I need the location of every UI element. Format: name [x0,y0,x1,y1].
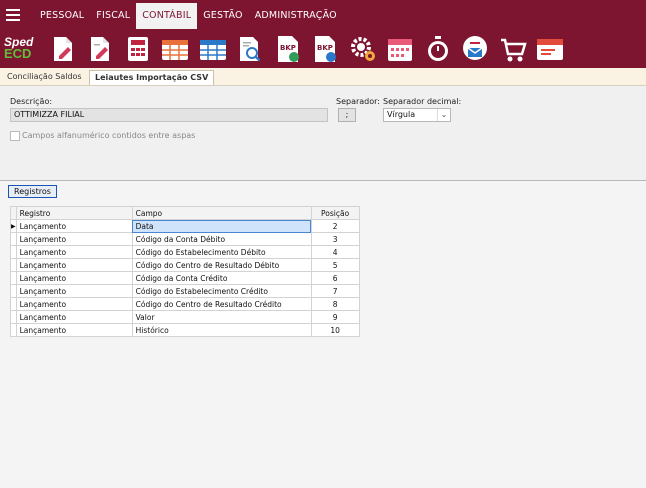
menu-item-gestao[interactable]: GESTÃO [197,3,248,29]
document-edit-icon[interactable] [44,32,82,66]
cell-posicao[interactable]: 7 [310,284,360,298]
stopwatch-icon[interactable] [419,32,457,66]
registros-tab[interactable]: Registros [8,185,57,198]
descricao-label: Descrição: [10,97,53,106]
separador-decimal-value: Vírgula [387,110,416,119]
logo-line-2: ECD [4,46,32,61]
cell-campo[interactable]: Código da Conta Crédito [131,271,312,285]
tab-leiautes-importacao-csv[interactable]: Leiautes Importação CSV [89,70,215,85]
separador-label: Separador: [336,97,380,106]
cell-posicao[interactable]: 3 [310,232,360,246]
table-blue-icon[interactable] [194,32,232,66]
hamburger-menu-icon[interactable] [6,9,20,21]
document-edit-icon[interactable] [82,32,120,66]
cell-campo[interactable]: Valor [131,310,312,324]
bkp-text: BKP [280,44,296,52]
tab-bar: Conciliação Saldos Leiautes Importação C… [0,68,646,86]
bkp-restore-icon[interactable]: BKP [307,32,345,66]
column-header-campo[interactable]: Campo [131,206,312,220]
toolbar: BKP BKP [44,32,569,66]
mail-inbox-icon[interactable] [457,32,495,66]
cell-posicao[interactable]: 9 [310,310,360,324]
cell-campo[interactable]: Data [131,219,312,233]
campos-entre-aspas-label: Campos alfanumérico contidos entre aspas [22,131,196,140]
cell-registro[interactable]: Lançamento [15,310,133,324]
menu-item-pessoal[interactable]: PESSOAL [34,3,90,29]
separador-decimal-label: Separador decimal: [383,97,462,106]
cell-campo[interactable]: Código da Conta Débito [131,232,312,246]
cell-campo[interactable]: Código do Centro de Resultado Débito [131,258,312,272]
cell-campo[interactable]: Código do Centro de Resultado Crédito [131,297,312,311]
main-menu: PESSOAL FISCAL CONTÁBIL GESTÃO ADMINISTR… [34,3,343,29]
table-row[interactable]: Lançamento Código da Conta Crédito 6 [10,271,360,285]
table-row[interactable]: Lançamento Código do Centro de Resultado… [10,297,360,311]
cell-campo[interactable]: Código do Estabelecimento Débito [131,245,312,259]
layout-form: Descrição: OTTIMIZZA FILIAL Separador: ;… [0,86,646,181]
table-row[interactable]: Lançamento Histórico 10 [10,323,360,337]
table-row[interactable]: Lançamento Código da Conta Débito 3 [10,232,360,246]
bkp-text: BKP [317,44,333,52]
message-card-icon[interactable] [532,32,570,66]
cell-registro[interactable]: Lançamento [15,245,133,259]
cell-registro[interactable]: Lançamento [15,323,133,337]
bkp-backup-icon[interactable]: BKP [269,32,307,66]
table-row[interactable]: Lançamento Valor 9 [10,310,360,324]
registros-table: Registro Campo Posição ▶ Lançamento Data… [10,206,360,337]
chevron-down-icon[interactable]: ⌄ [437,109,450,121]
cell-posicao[interactable]: 4 [310,245,360,259]
cell-registro[interactable]: Lançamento [15,232,133,246]
menu-item-contabil[interactable]: CONTÁBIL [136,3,198,29]
tab-conciliacao-saldos[interactable]: Conciliação Saldos [2,70,87,84]
table-header-row: Registro Campo Posição [10,206,360,220]
separador-decimal-select[interactable]: Vírgula ⌄ [383,108,451,122]
document-search-icon[interactable] [232,32,270,66]
menu-item-fiscal[interactable]: FISCAL [90,3,136,29]
table-row[interactable]: Lançamento Código do Centro de Resultado… [10,258,360,272]
cell-posicao[interactable]: 5 [310,258,360,272]
column-header-posicao[interactable]: Posição [310,206,360,220]
settings-gears-icon[interactable] [344,32,382,66]
cell-posicao[interactable]: 8 [310,297,360,311]
shopping-cart-icon[interactable] [494,32,532,66]
cell-posicao[interactable]: 10 [310,323,360,337]
cell-campo[interactable]: Código do Estabelecimento Crédito [131,284,312,298]
menu-item-administracao[interactable]: ADMINISTRAÇÃO [249,3,343,29]
cell-posicao[interactable]: 6 [310,271,360,285]
descricao-field[interactable]: OTTIMIZZA FILIAL [10,108,328,122]
table-row[interactable]: Lançamento Código do Estabelecimento Cré… [10,284,360,298]
table-row[interactable]: Lançamento Código do Estabelecimento Déb… [10,245,360,259]
cell-posicao[interactable]: 2 [310,219,360,233]
table-row[interactable]: ▶ Lançamento Data 2 [10,219,360,233]
cell-registro[interactable]: Lançamento [15,284,133,298]
calculator-icon[interactable] [119,32,157,66]
column-header-registro[interactable]: Registro [15,206,133,220]
cell-campo[interactable]: Histórico [131,323,312,337]
separador-field[interactable]: ; [338,108,356,122]
registros-area: Registros Registro Campo Posição ▶ Lança… [0,181,646,488]
cell-registro[interactable]: Lançamento [15,258,133,272]
top-bar: PESSOAL FISCAL CONTÁBIL GESTÃO ADMINISTR… [0,0,646,68]
sped-ecd-logo: Sped ECD [4,36,42,64]
cell-registro[interactable]: Lançamento [15,297,133,311]
calendar-icon[interactable] [382,32,420,66]
table-orange-icon[interactable] [157,32,195,66]
campos-entre-aspas-checkbox[interactable] [10,131,20,141]
current-row-indicator-icon: ▶ [10,219,17,233]
cell-registro[interactable]: Lançamento [15,219,133,233]
cell-registro[interactable]: Lançamento [15,271,133,285]
